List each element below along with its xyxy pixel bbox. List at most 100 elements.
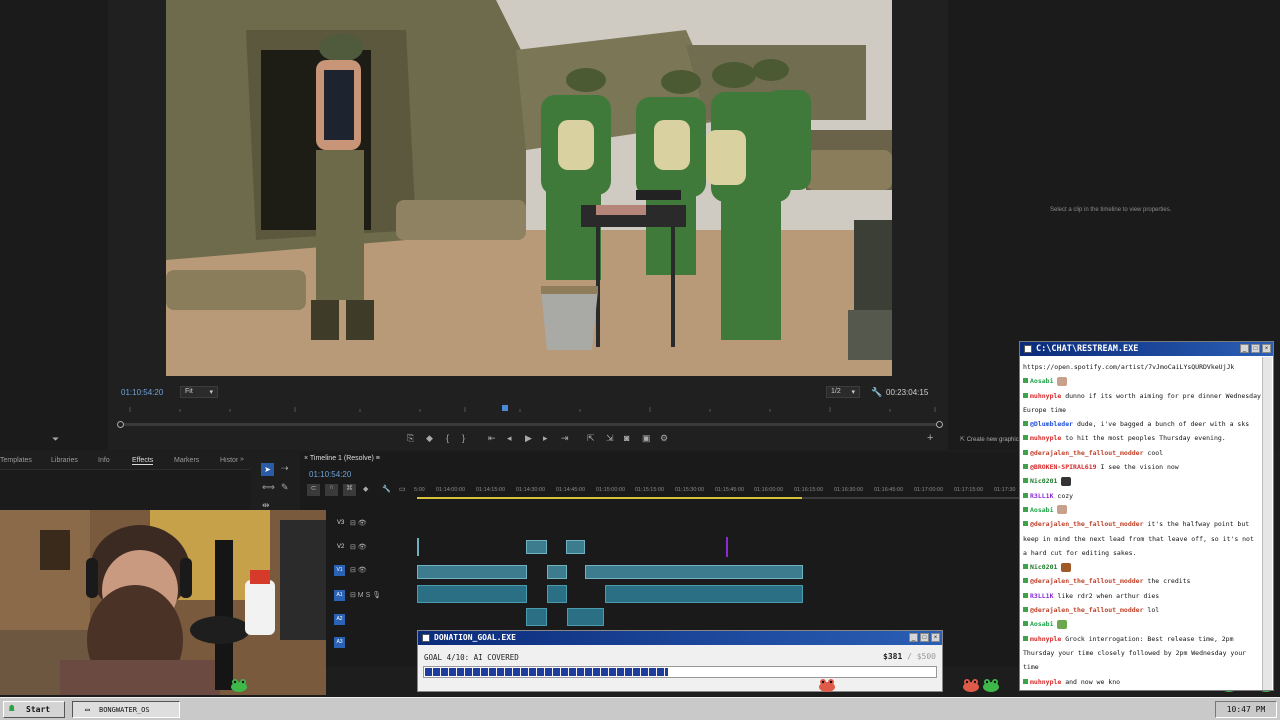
go-to-out-icon[interactable]: ⇥ xyxy=(561,433,569,444)
timeline-ruler[interactable]: 5:00 01:14:00:00 01:14:15:00 01:14:30:00… xyxy=(414,486,1020,502)
clip-v2[interactable] xyxy=(526,540,547,554)
chat-window-titlebar[interactable]: C:\CHAT\RESTREAM.EXE xyxy=(1020,342,1273,356)
track-label-a1[interactable]: A1 xyxy=(334,590,345,601)
extract-icon[interactable]: ⇲ xyxy=(606,433,614,444)
zoom-handle-right[interactable] xyxy=(936,421,943,428)
step-forward-icon[interactable]: ▸ xyxy=(543,433,548,444)
maximize-icon[interactable]: □ xyxy=(1251,344,1260,353)
tab-effects[interactable]: Effects xyxy=(132,457,154,465)
chat-username[interactable]: muhnyple xyxy=(1030,434,1061,442)
taskbar-app-button[interactable]: ▭ BONGWATER_OS xyxy=(72,701,180,718)
monitor-timecode-left[interactable]: 01:10:54:20 xyxy=(121,388,163,397)
fit-dropdown[interactable]: Fit ▾ xyxy=(180,386,218,398)
snap-icon[interactable]: ⊂ xyxy=(307,484,320,496)
timeline-tab[interactable]: × Timeline 1 (Resolve) ≡ xyxy=(304,455,380,462)
track-sync-icon[interactable]: ⊟ 👁 xyxy=(350,566,367,574)
track-label-a2[interactable]: A2 xyxy=(334,614,345,625)
monitor-timecode-right: 00:23:04:15 xyxy=(886,388,929,397)
timeline-timecode[interactable]: 01:10:54:20 xyxy=(309,470,351,479)
chat-scrollbar[interactable] xyxy=(1262,357,1272,690)
wrench-icon[interactable]: 🔧 xyxy=(871,387,882,398)
filter-icon[interactable]: ⏷ xyxy=(52,434,59,445)
chat-username[interactable]: @derajalen_the_fallout_modder xyxy=(1030,577,1144,585)
add-button-icon[interactable]: + xyxy=(927,432,933,444)
clip-v2[interactable] xyxy=(566,540,585,554)
chat-platform-badge-icon xyxy=(1023,607,1028,613)
razor-icon[interactable]: ✎ xyxy=(281,482,289,493)
linked-selection-icon[interactable]: ⌘ xyxy=(343,484,356,496)
goal-progress-bar xyxy=(423,666,937,678)
chat-username[interactable]: muhnyple xyxy=(1030,635,1061,643)
chat-username[interactable]: Nic0201 xyxy=(1030,563,1057,571)
tab-libraries[interactable]: Libraries xyxy=(51,457,78,464)
clip-a1[interactable] xyxy=(417,585,527,603)
chat-username[interactable]: R3LL1K xyxy=(1030,492,1053,500)
insert-icon[interactable]: ⎘ xyxy=(407,433,414,444)
chat-message-text: and now we kno xyxy=(1065,677,1121,686)
mark-in-icon[interactable]: { xyxy=(446,433,449,443)
track-select-icon[interactable]: ⇢ xyxy=(281,463,289,474)
chat-username[interactable]: R3LL1K xyxy=(1030,592,1053,600)
donation-window-titlebar[interactable]: DONATION_GOAL.EXE xyxy=(418,631,942,645)
track-label-a3[interactable]: A3 xyxy=(334,637,345,648)
ripple-edit-icon[interactable]: ⟺ xyxy=(262,482,275,493)
playhead-marker[interactable] xyxy=(502,405,508,411)
tab-history[interactable]: History xyxy=(220,457,238,464)
chat-username[interactable]: muhnyple xyxy=(1030,678,1061,686)
chat-message-list[interactable]: https://open.spotify.com/artist/7vJmoCai… xyxy=(1023,360,1261,686)
clip-v1[interactable] xyxy=(417,565,527,579)
play-icon[interactable]: ▶ xyxy=(525,433,532,444)
clip-a1[interactable] xyxy=(547,585,567,603)
chat-username[interactable]: @derajalen_the_fallout_modder xyxy=(1030,606,1144,614)
create-new-graphic-button[interactable]: ⇱ Create new graphic xyxy=(960,436,1019,443)
chat-username[interactable]: Aosabi xyxy=(1030,377,1053,385)
track-sync-icon[interactable]: ⊟ 👁 xyxy=(350,519,367,527)
timeline-settings-icon[interactable]: 🔧 xyxy=(382,485,391,493)
chat-username[interactable]: @derajalen_the_fallout_modder xyxy=(1030,520,1144,528)
tab-info[interactable]: Info xyxy=(98,457,110,464)
go-to-in-icon[interactable]: ⇤ xyxy=(488,433,496,444)
tab-templates[interactable]: Templates xyxy=(0,457,32,464)
zoom-handle-left[interactable] xyxy=(117,421,124,428)
chat-username[interactable]: @Dlumbleder xyxy=(1030,420,1073,428)
minimize-icon[interactable]: _ xyxy=(909,633,918,642)
clip-v1[interactable] xyxy=(547,565,567,579)
start-button[interactable]: ☗ Start xyxy=(3,701,65,718)
maximize-icon[interactable]: □ xyxy=(920,633,929,642)
camera-icon[interactable]: ◙ xyxy=(624,433,629,443)
overflow-chevron-icon[interactable]: » xyxy=(240,456,244,463)
track-sync-icon[interactable]: ⊟ 👁 xyxy=(350,543,367,551)
monitor-time-ruler[interactable] xyxy=(120,404,940,414)
minimize-icon[interactable]: _ xyxy=(1240,344,1249,353)
close-icon[interactable]: × xyxy=(931,633,940,642)
mark-out-icon[interactable]: } xyxy=(462,433,465,443)
clip-v1[interactable] xyxy=(585,565,803,579)
step-back-icon[interactable]: ◂ xyxy=(507,433,512,444)
resolution-dropdown[interactable]: 1/2 ▾ xyxy=(826,386,860,398)
magnet-icon[interactable]: ∩ xyxy=(325,484,338,496)
render-bar-empty xyxy=(802,497,1020,499)
chat-username[interactable]: Nic0201 xyxy=(1030,477,1057,485)
clip-a2[interactable] xyxy=(567,608,604,626)
close-icon[interactable]: × xyxy=(1262,344,1271,353)
tab-markers[interactable]: Markers xyxy=(174,457,199,464)
ruler-label: 01:17:30 xyxy=(994,487,1016,493)
add-marker-icon[interactable]: ◆ xyxy=(363,485,368,493)
menu-icon[interactable]: ≡ xyxy=(374,455,380,462)
comparison-icon[interactable]: ▣ xyxy=(642,433,651,444)
track-mute-icon[interactable]: ⊟ M S 🎙 xyxy=(350,591,381,599)
chat-username[interactable]: @BROKEN-SPIRAL619 xyxy=(1030,463,1097,471)
marker-icon[interactable]: ◆ xyxy=(426,433,433,444)
zoom-scrollbar[interactable] xyxy=(117,421,943,428)
chat-username[interactable]: Aosabi xyxy=(1030,506,1053,514)
clip-a2[interactable] xyxy=(526,608,547,626)
chat-username[interactable]: @derajalen_the_fallout_modder xyxy=(1030,449,1144,457)
clip-a1[interactable] xyxy=(605,585,803,603)
captions-icon[interactable]: ▭ xyxy=(399,485,406,493)
settings-icon[interactable]: ⚙ xyxy=(660,433,668,444)
selection-tool-icon[interactable]: ➤ xyxy=(261,463,274,476)
lift-icon[interactable]: ⇱ xyxy=(587,433,595,444)
chat-username[interactable]: Aosabi xyxy=(1030,620,1053,628)
track-label-v1[interactable]: V1 xyxy=(334,565,345,576)
chat-username[interactable]: muhnyple xyxy=(1030,392,1061,400)
